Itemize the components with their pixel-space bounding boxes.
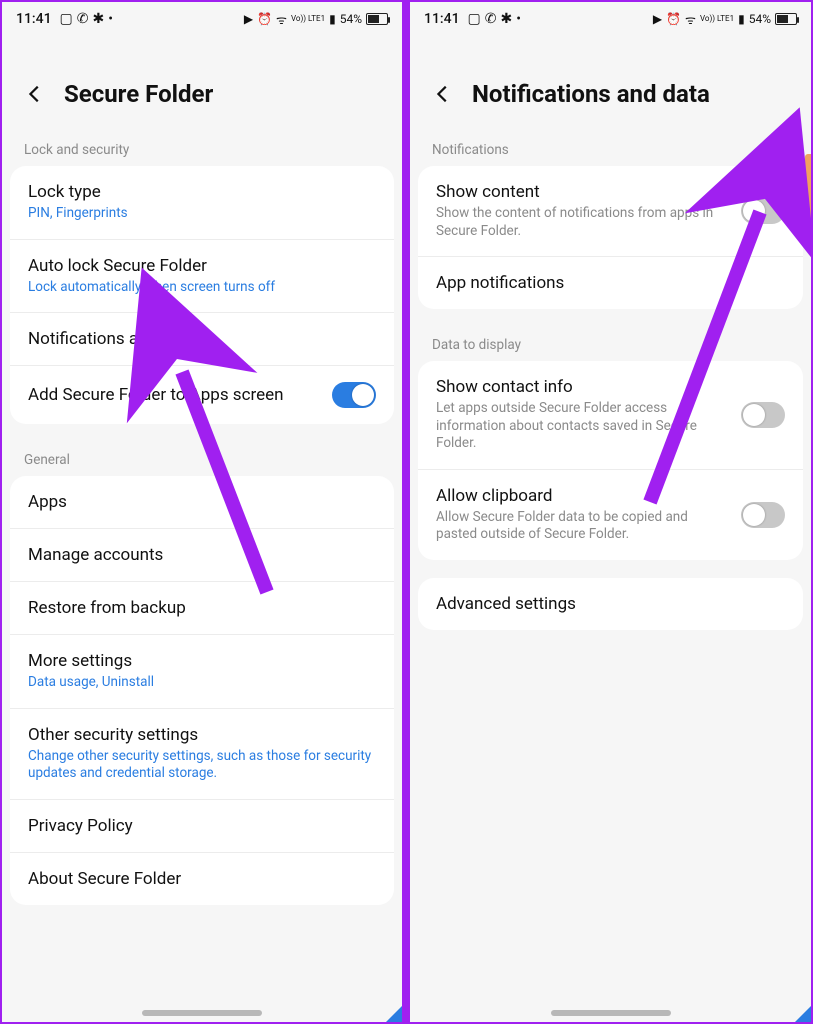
net-label: Vo)) LTE1 [700,15,734,23]
image-icon: ▢ [60,11,73,27]
section-label-general: General [2,442,402,476]
edge-panel-handle[interactable] [805,154,811,224]
row-app-notifications[interactable]: App notifications [418,256,803,309]
back-button[interactable] [430,81,456,107]
corner-tab-icon [795,1006,811,1022]
row-restore-backup[interactable]: Restore from backup [10,581,394,634]
wifi-icon: ᯤ [685,11,696,28]
row-notifications-and-data[interactable]: Notifications and data [10,312,394,365]
battery-text: 54% [749,12,771,26]
row-add-to-apps-screen[interactable]: Add Secure Folder to Apps screen [10,365,394,424]
row-apps[interactable]: Apps [10,476,394,528]
card-advanced: Advanced settings [418,578,803,630]
corner-tab-icon [386,1006,402,1022]
slack-icon: ✱ [93,11,105,27]
clock: 11:41 [424,11,460,27]
battery-icon [775,13,797,25]
card-data-display: Show contact info Let apps outside Secur… [418,361,803,560]
battery-text: 54% [340,12,362,26]
row-allow-clipboard[interactable]: Allow clipboard Allow Secure Folder data… [418,469,803,560]
toggle-clipboard[interactable] [741,502,785,528]
header: Secure Folder [2,36,402,132]
row-lock-type[interactable]: Lock type PIN, Fingerprints [10,166,394,239]
youtube-icon: ▶ [653,12,662,26]
slack-icon: ✱ [501,11,513,27]
header: Notifications and data [410,36,811,132]
row-auto-lock[interactable]: Auto lock Secure Folder Lock automatical… [10,239,394,313]
net-label: Vo)) LTE1 [291,15,325,23]
phone-left: 11:41 ▢ ✆ ✱ • ▶ ⏰ ᯤ Vo)) LTE1 ▮ 54% Secu… [0,0,406,1024]
row-advanced-settings[interactable]: Advanced settings [418,578,803,630]
alarm-icon: ⏰ [257,12,272,26]
youtube-icon: ▶ [244,12,253,26]
row-about[interactable]: About Secure Folder [10,852,394,905]
card-notifications: Show content Show the content of notific… [418,166,803,309]
row-show-content[interactable]: Show content Show the content of notific… [418,166,803,256]
page-title: Notifications and data [472,80,710,108]
card-lock-security: Lock type PIN, Fingerprints Auto lock Se… [10,166,394,424]
chevron-left-icon [24,83,46,105]
row-more-settings[interactable]: More settings Data usage, Uninstall [10,634,394,708]
toggle-contact-info[interactable] [741,402,785,428]
wifi-icon: ᯤ [276,11,287,28]
signal-icon: ▮ [738,12,745,26]
row-title: Lock type [28,182,376,202]
toggle-show-content[interactable] [741,198,785,224]
nav-pill[interactable] [142,1010,262,1016]
alarm-icon: ⏰ [666,12,681,26]
clock: 11:41 [16,11,52,27]
row-other-security[interactable]: Other security settings Change other sec… [10,708,394,799]
back-button[interactable] [22,81,48,107]
status-bar: 11:41 ▢ ✆ ✱ • ▶ ⏰ ᯤ Vo)) LTE1 ▮ 54% [2,2,402,36]
row-show-contact-info[interactable]: Show contact info Let apps outside Secur… [418,361,803,469]
section-label-notifications: Notifications [410,132,811,166]
toggle-add-to-apps[interactable] [332,382,376,408]
card-general: Apps Manage accounts Restore from backup… [10,476,394,905]
section-label-data-display: Data to display [410,327,811,361]
image-icon: ▢ [468,11,481,27]
status-bar: 11:41 ▢ ✆ ✱ • ▶ ⏰ ᯤ Vo)) LTE1 ▮ 54% [410,2,811,36]
nav-pill[interactable] [551,1010,671,1016]
row-manage-accounts[interactable]: Manage accounts [10,528,394,581]
phone-right: 11:41 ▢ ✆ ✱ • ▶ ⏰ ᯤ Vo)) LTE1 ▮ 54% Noti… [406,0,813,1024]
signal-icon: ▮ [329,12,336,26]
battery-icon [366,13,388,25]
dot-icon: • [516,11,521,27]
chevron-left-icon [432,83,454,105]
dot-icon: • [108,11,113,27]
page-title: Secure Folder [64,80,213,108]
section-label-lock-security: Lock and security [2,132,402,166]
whatsapp-icon: ✆ [77,11,89,27]
row-sub: PIN, Fingerprints [28,205,376,223]
row-privacy-policy[interactable]: Privacy Policy [10,799,394,852]
whatsapp-icon: ✆ [485,11,497,27]
